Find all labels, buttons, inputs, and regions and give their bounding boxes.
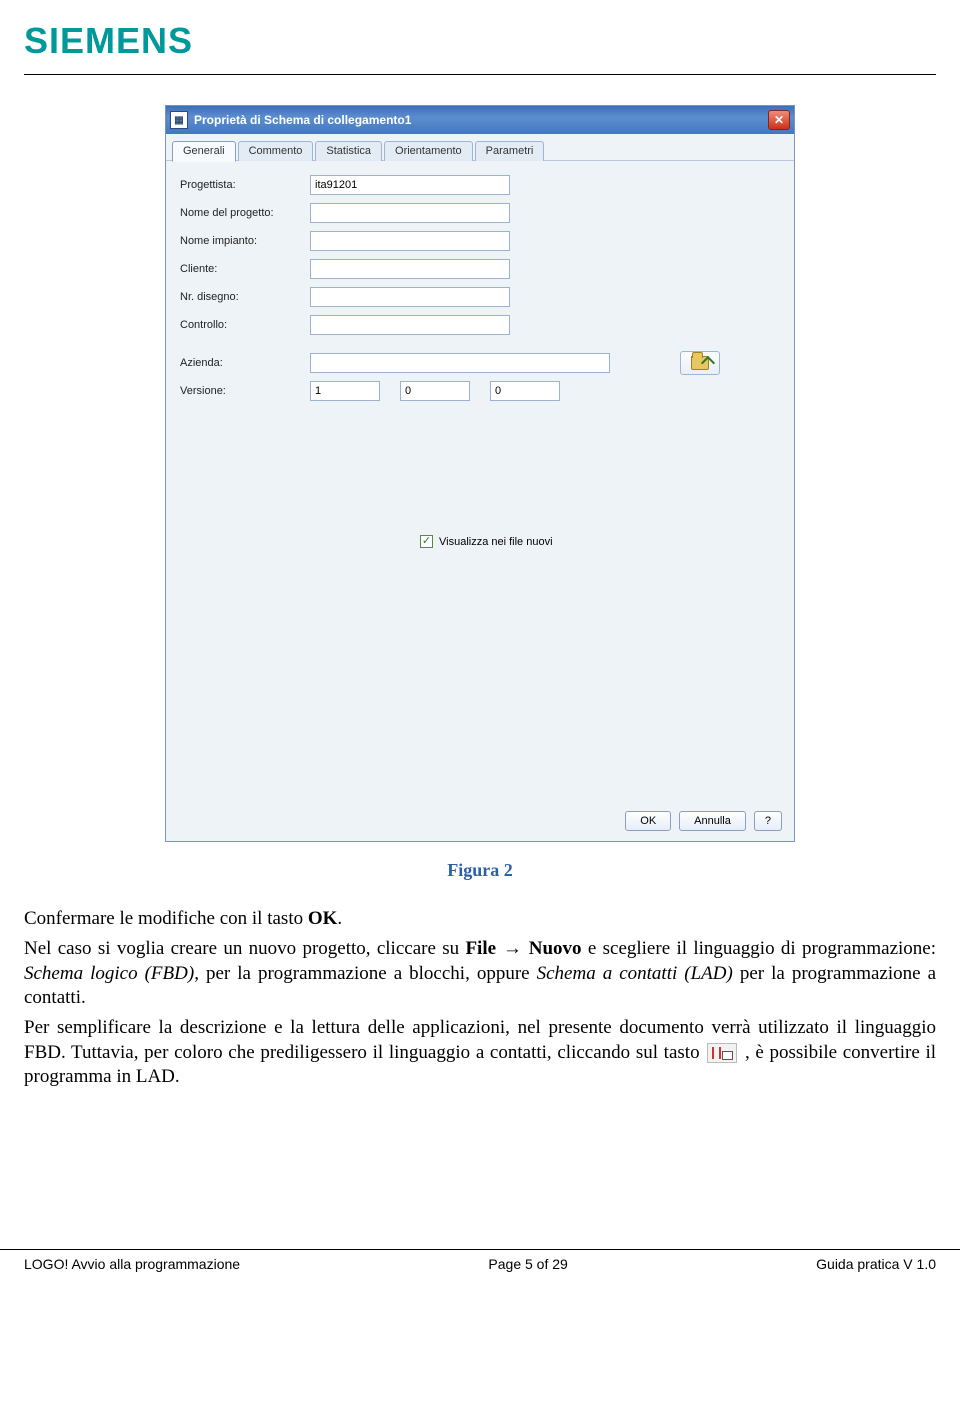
label-azienda: Azienda: <box>180 357 310 369</box>
label-controllo: Controllo: <box>180 319 310 331</box>
paragraph-1: Confermare le modifiche con il tasto OK. <box>24 907 936 931</box>
tab-generali[interactable]: Generali <box>172 141 236 162</box>
header-rule <box>24 74 936 75</box>
input-nome-progetto[interactable] <box>310 203 510 223</box>
footer-center: Page 5 of 29 <box>488 1256 567 1272</box>
input-progettista[interactable] <box>310 175 510 195</box>
label-nome-progetto: Nome del progetto: <box>180 207 310 219</box>
footer-right: Guida pratica V 1.0 <box>816 1256 936 1272</box>
dialog-button-bar: OK Annulla ? <box>625 811 782 831</box>
input-controllo[interactable] <box>310 315 510 335</box>
browse-button[interactable] <box>680 351 720 375</box>
tab-commento[interactable]: Commento <box>238 141 314 161</box>
dialog-titlebar: ▦ Proprietà di Schema di collegamento1 ✕ <box>166 106 794 134</box>
dialog-app-icon: ▦ <box>170 111 188 129</box>
dialog-title: Proprietà di Schema di collegamento1 <box>194 113 411 127</box>
input-cliente[interactable] <box>310 259 510 279</box>
folder-open-icon <box>691 356 709 370</box>
input-nome-impianto[interactable] <box>310 231 510 251</box>
ok-button[interactable]: OK <box>625 811 671 831</box>
input-versione-minor[interactable] <box>400 381 470 401</box>
tab-panel-generali: Progettista: Nome del progetto: Nome imp… <box>166 161 794 841</box>
dialog-tabs: Generali Commento Statistica Orientament… <box>166 134 794 161</box>
close-icon[interactable]: ✕ <box>768 110 790 130</box>
siemens-logo: SIEMENS <box>24 20 936 62</box>
checkbox-row[interactable]: ✓ Visualizza nei file nuovi <box>420 535 782 548</box>
properties-dialog: ▦ Proprietà di Schema di collegamento1 ✕… <box>165 105 795 842</box>
label-cliente: Cliente: <box>180 263 310 275</box>
footer-left: LOGO! Avvio alla programmazione <box>24 1256 240 1272</box>
checkbox-visualizza[interactable]: ✓ <box>420 535 433 548</box>
label-versione: Versione: <box>180 385 310 397</box>
input-versione-major[interactable] <box>310 381 380 401</box>
figure-caption: Figura 2 <box>24 860 936 881</box>
paragraph-3: Per semplificare la descrizione e la let… <box>24 1016 936 1089</box>
label-progettista: Progettista: <box>180 179 310 191</box>
page-footer: LOGO! Avvio alla programmazione Page 5 o… <box>0 1249 960 1292</box>
convert-lad-icon <box>707 1043 737 1063</box>
tab-orientamento[interactable]: Orientamento <box>384 141 473 161</box>
tab-statistica[interactable]: Statistica <box>315 141 382 161</box>
label-nr-disegno: Nr. disegno: <box>180 291 310 303</box>
label-nome-impianto: Nome impianto: <box>180 235 310 247</box>
input-azienda[interactable] <box>310 353 610 373</box>
input-nr-disegno[interactable] <box>310 287 510 307</box>
checkbox-label: Visualizza nei file nuovi <box>439 536 553 548</box>
paragraph-2: Nel caso si voglia creare un nuovo proge… <box>24 937 936 1010</box>
tab-parametri[interactable]: Parametri <box>475 141 545 161</box>
input-versione-patch[interactable] <box>490 381 560 401</box>
cancel-button[interactable]: Annulla <box>679 811 746 831</box>
help-button[interactable]: ? <box>754 811 782 831</box>
